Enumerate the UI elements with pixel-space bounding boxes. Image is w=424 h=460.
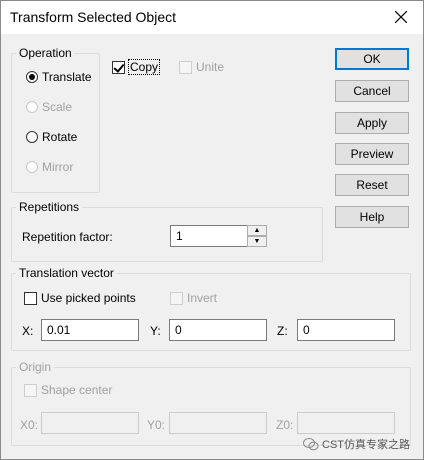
radio-translate-label: Translate [42, 70, 92, 84]
radio-indicator [26, 161, 38, 173]
radio-mirror[interactable]: Mirror [26, 160, 73, 174]
radio-rotate[interactable]: Rotate [26, 130, 77, 144]
spin-down-icon[interactable]: ▼ [247, 236, 267, 247]
close-button[interactable] [378, 0, 424, 34]
checkbox-indicator [179, 60, 192, 74]
use-picked-points-label: Use picked points [41, 291, 136, 305]
help-button[interactable]: Help [335, 206, 409, 228]
z-label: Z: [277, 324, 288, 338]
radio-indicator [26, 71, 38, 83]
y-input[interactable]: 0 [169, 319, 267, 341]
x0-label: X0: [20, 418, 39, 432]
y0-label: Y0: [147, 418, 166, 432]
radio-rotate-label: Rotate [42, 130, 78, 144]
checkbox-indicator [170, 291, 183, 305]
radio-scale-label: Scale [42, 100, 73, 114]
y-label: Y: [150, 324, 161, 338]
wechat-icon [303, 437, 319, 450]
reset-button[interactable]: Reset [335, 174, 409, 196]
radio-indicator [26, 101, 38, 113]
watermark-text: CST仿真专家之路 [322, 439, 410, 451]
close-icon [395, 11, 407, 23]
x-input[interactable]: 0.01 [41, 319, 139, 341]
copy-label: Copy [127, 59, 161, 75]
use-picked-points-checkbox[interactable]: Use picked points [24, 291, 136, 305]
radio-indicator [26, 131, 38, 143]
radio-scale[interactable]: Scale [26, 100, 72, 114]
z0-label: Z0: [276, 418, 294, 432]
invert-label: Invert [187, 291, 218, 305]
spin-up-icon[interactable]: ▲ [247, 225, 267, 236]
repetitions-legend: Repetitions [19, 200, 80, 214]
repetition-factor-label: Repetition factor: [22, 230, 113, 244]
origin-legend: Origin [19, 360, 52, 374]
window-title: Transform Selected Object [10, 9, 176, 25]
unite-label: Unite [196, 60, 225, 74]
z0-input[interactable] [297, 412, 395, 434]
repetition-factor-input[interactable]: 1 [170, 225, 248, 247]
shape-center-label: Shape center [41, 383, 113, 397]
invert-checkbox[interactable]: Invert [170, 291, 217, 305]
radio-mirror-label: Mirror [42, 160, 74, 174]
title-bar: Transform Selected Object [0, 0, 424, 34]
checkbox-indicator [24, 383, 37, 397]
copy-checkbox[interactable]: Copy [112, 59, 161, 75]
x-label: X: [22, 324, 34, 338]
unite-checkbox[interactable]: Unite [179, 60, 224, 74]
x0-input[interactable] [41, 412, 139, 434]
radio-translate[interactable]: Translate [26, 70, 92, 84]
cancel-button[interactable]: Cancel [335, 80, 409, 102]
repetition-factor-spinner[interactable]: ▲ ▼ [247, 225, 267, 247]
checkbox-indicator [24, 291, 37, 305]
apply-button[interactable]: Apply [335, 112, 409, 134]
operation-legend: Operation [19, 46, 72, 60]
watermark: CST仿真专家之路 [303, 436, 410, 452]
shape-center-checkbox[interactable]: Shape center [24, 383, 112, 397]
preview-button[interactable]: Preview [335, 143, 409, 165]
translation-vector-legend: Translation vector [19, 266, 114, 280]
z-input[interactable]: 0 [297, 319, 395, 341]
ok-button[interactable]: OK [335, 48, 409, 70]
y0-input[interactable] [169, 412, 267, 434]
checkbox-indicator [112, 60, 125, 74]
